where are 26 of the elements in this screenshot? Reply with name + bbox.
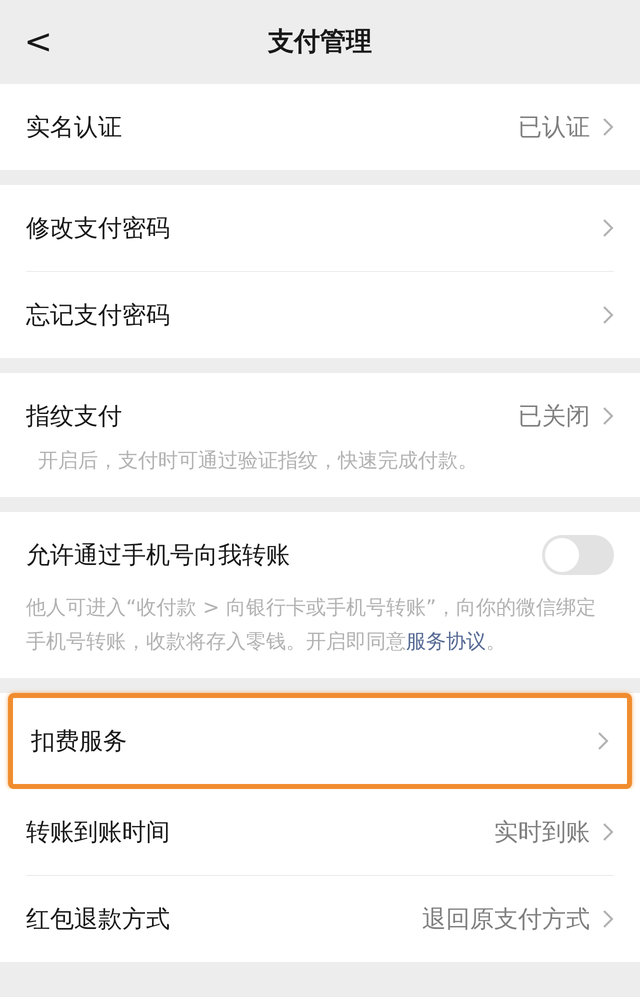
row-hint: 开启后，支付时可通过验证指纹，快速完成付款。 — [37, 447, 479, 474]
row-label: 修改支付密码 — [26, 213, 171, 244]
agreement-link[interactable]: 服务协议 — [406, 629, 486, 653]
row-label: 红包退款方式 — [26, 904, 171, 935]
row-value: 实时到账 — [494, 817, 590, 848]
chevron-right-icon — [602, 406, 614, 426]
row-value: 已认证 — [518, 112, 590, 143]
row-label: 允许通过手机号向我转账 — [26, 540, 291, 571]
row-label: 扣费服务 — [31, 726, 128, 757]
row-label: 指纹支付 — [26, 401, 123, 432]
row-label: 忘记支付密码 — [26, 300, 171, 331]
highlighted-row[interactable]: 扣费服务 — [8, 693, 632, 789]
row-value: 退回原支付方式 — [422, 904, 590, 935]
row-value: 已关闭 — [518, 401, 590, 432]
chevron-right-icon — [602, 305, 614, 325]
chevron-right-icon — [602, 822, 614, 842]
chevron-right-icon — [602, 218, 614, 238]
chevron-right-icon — [602, 909, 614, 929]
page-title: 支付管理 — [268, 26, 372, 58]
chevron-right-icon — [602, 117, 614, 137]
back-button[interactable]: < — [0, 16, 80, 68]
chevron-right-icon — [597, 731, 609, 751]
row-label: 实名认证 — [26, 112, 123, 143]
row-hint: 他人可进入“收付款 > 向银行卡或手机号转账”，向你的微信绑定手机号转账，收款将存入零钱。开启即同意服务协议。 — [26, 594, 598, 655]
toggle-switch[interactable] — [542, 535, 614, 575]
row-label: 转账到账时间 — [26, 817, 171, 848]
